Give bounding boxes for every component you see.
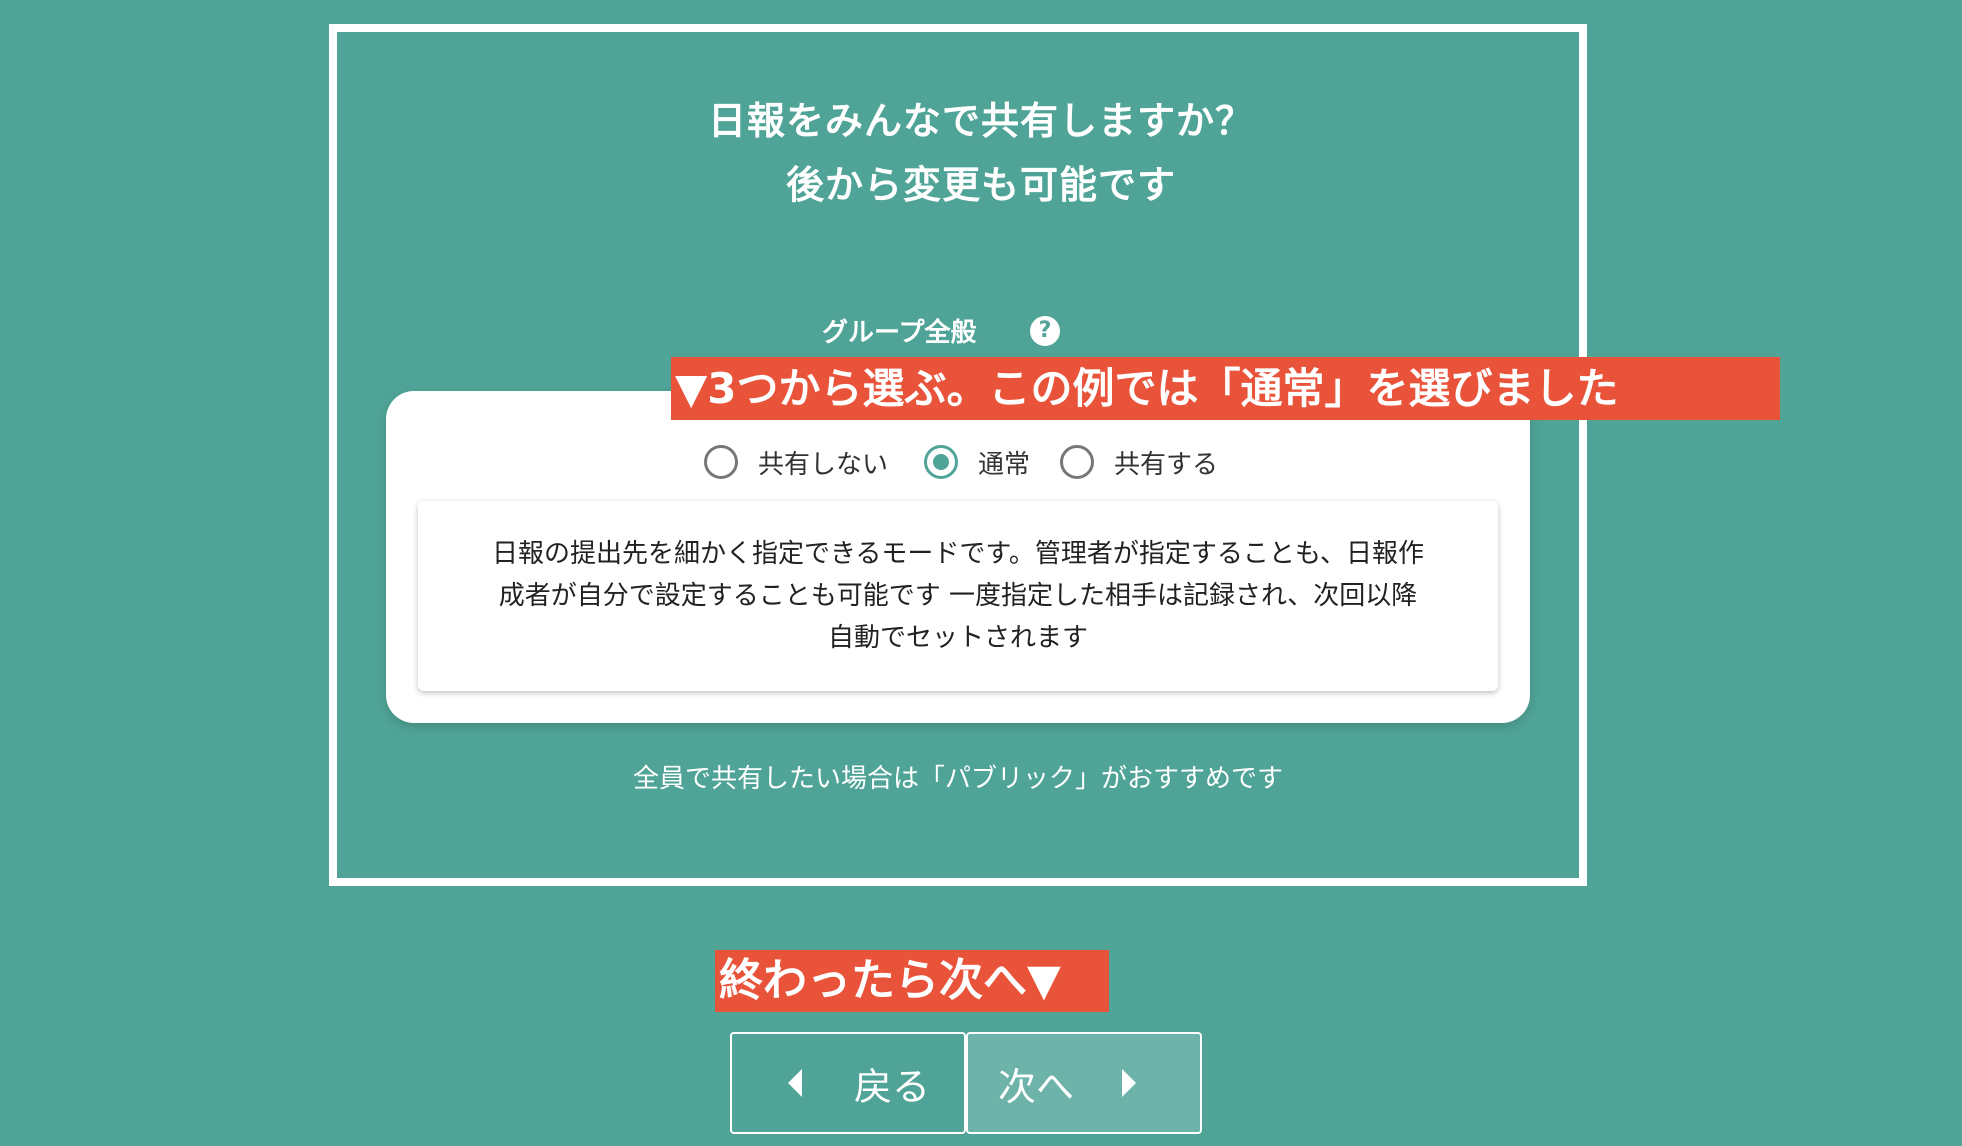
annotation-choose-option: ▼3つから選ぶ。この例では「通常」を選びました <box>671 357 1780 420</box>
sharing-options-card: 共有しない 通常 共有する 日報の提出先を細かく指定できるモードです。管理者が指… <box>386 391 1530 723</box>
back-button-label: 戻る <box>854 1064 931 1109</box>
question-heading-line1: 日報をみんなで共有しますか？ <box>707 99 1254 143</box>
option-normal[interactable]: 通常 <box>924 439 1030 485</box>
question-heading-line2: 後から変更も可能です <box>785 163 1176 207</box>
radio-normal[interactable] <box>924 445 958 479</box>
option-share-label: 共有する <box>1114 449 1219 480</box>
caret-right-icon <box>1122 1069 1137 1097</box>
recommendation-text: 全員で共有したい場合は「パブリック」がおすすめです <box>632 764 1283 794</box>
radio-no-share[interactable] <box>704 445 738 479</box>
sharing-radio-group: 共有しない 通常 共有する <box>386 439 1530 485</box>
annotation-go-next: 終わったら次へ▼ <box>715 950 1109 1012</box>
back-button[interactable]: 戻る <box>730 1032 966 1134</box>
radio-share[interactable] <box>1060 445 1094 479</box>
next-button[interactable]: 次へ <box>966 1032 1202 1134</box>
caret-left-icon <box>788 1069 802 1097</box>
mode-description: 日報の提出先を細かく指定できるモードです。管理者が指定することも、日報作 成者が… <box>418 501 1498 691</box>
option-no-share[interactable]: 共有しない <box>704 439 888 485</box>
option-share[interactable]: 共有する <box>1060 439 1218 485</box>
option-no-share-label: 共有しない <box>758 449 889 480</box>
description-line1: 日報の提出先を細かく指定できるモードです。管理者が指定することも、日報作 <box>491 539 1425 569</box>
description-line3: 自動でセットされます <box>827 623 1088 653</box>
next-button-label: 次へ <box>998 1064 1075 1109</box>
help-icon[interactable]: ? <box>1030 316 1060 346</box>
option-normal-label: 通常 <box>978 449 1031 480</box>
scope-label: グループ全般 <box>822 318 977 348</box>
description-line2: 成者が自分で設定することも可能です 一度指定した相手は記録され、次回以降 <box>498 581 1418 611</box>
